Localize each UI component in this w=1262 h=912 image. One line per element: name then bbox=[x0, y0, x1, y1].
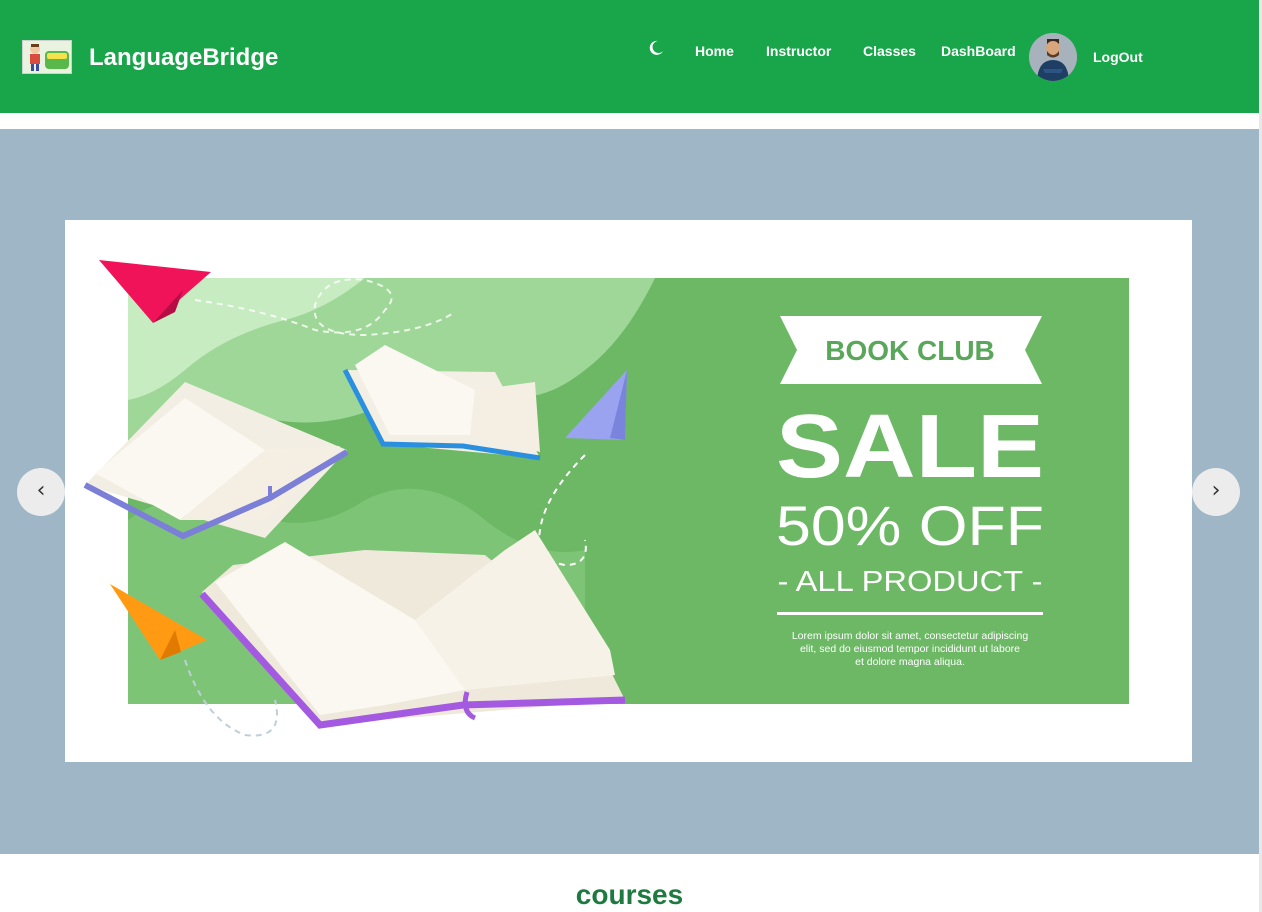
logo[interactable] bbox=[22, 40, 72, 74]
logo-image bbox=[23, 41, 71, 73]
nav-link-home[interactable]: Home bbox=[695, 43, 734, 59]
avatar[interactable] bbox=[1029, 33, 1077, 81]
brand-name[interactable]: LanguageBridge bbox=[89, 44, 278, 72]
banner-body-line: Lorem ipsum dolor sit amet, consectetur … bbox=[792, 630, 1029, 642]
user-avatar-image bbox=[1029, 33, 1077, 81]
navbar: LanguageBridge Home Instructor Classes D… bbox=[0, 0, 1259, 113]
banner-body-line: elit, sed do eiusmod tempor incididunt u… bbox=[800, 643, 1020, 655]
carousel-prev-button[interactable]: ‹ bbox=[17, 468, 65, 516]
banner-headline: SALE bbox=[776, 397, 1044, 497]
banner-subline: - ALL PRODUCT - bbox=[778, 566, 1043, 598]
banner-ribbon-text: BOOK CLUB bbox=[825, 335, 995, 366]
banner-body-line: et dolore magna aliqua. bbox=[855, 656, 965, 668]
carousel-slide: BOOK CLUB SALE 50% OFF - ALL PRODUCT - L… bbox=[65, 220, 1192, 762]
banner-discount: 50% OFF bbox=[776, 494, 1044, 557]
logout-button[interactable]: LogOut bbox=[1093, 49, 1143, 65]
nav-link-dashboard[interactable]: DashBoard bbox=[941, 43, 1016, 59]
moon-icon[interactable] bbox=[647, 39, 665, 57]
carousel-next-button[interactable]: › bbox=[1192, 468, 1240, 516]
nav-link-instructor[interactable]: Instructor bbox=[766, 43, 831, 59]
book-club-sale-banner: BOOK CLUB SALE 50% OFF - ALL PRODUCT - L… bbox=[65, 220, 1192, 762]
nav-link-classes[interactable]: Classes bbox=[863, 43, 916, 59]
section-title-courses: courses bbox=[575, 879, 684, 910]
